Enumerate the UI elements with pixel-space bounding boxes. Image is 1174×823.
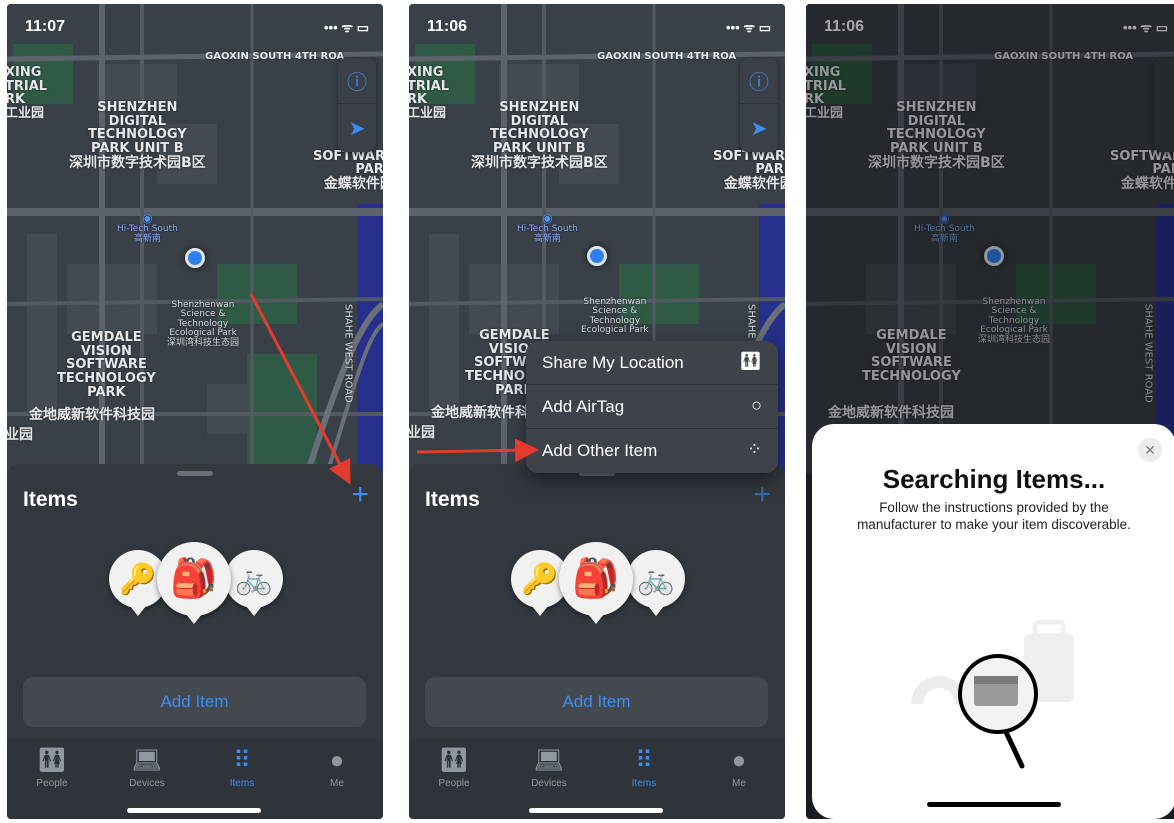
annotation-arrow (416, 438, 539, 463)
searching-illustration (911, 619, 1074, 769)
phone-screen-items: GAOXIN SOUTH 4TH ROA XING TRIAL RK 工业园 SHEN… (7, 4, 383, 819)
home-indicator (927, 802, 1061, 807)
headphones-icon (911, 676, 967, 705)
close-icon[interactable]: ✕ (1138, 438, 1162, 462)
card-description: Follow the instructions provided by the … (857, 500, 1131, 532)
annotation-arrow (249, 293, 351, 485)
phone-screen-add-menu: GAOXIN SOUTH 4TH ROA XING TRIAL RK 工业园 SHEN… (409, 4, 785, 819)
card-title: Searching Items... (882, 464, 1106, 494)
searching-items-card: ✕ Searching Items... Follow the instruct… (812, 424, 1174, 819)
phone-screen-searching: GAOXIN SOUTH 4TH ROA XING TRIAL RK 工业园 SHEN… (806, 4, 1174, 819)
